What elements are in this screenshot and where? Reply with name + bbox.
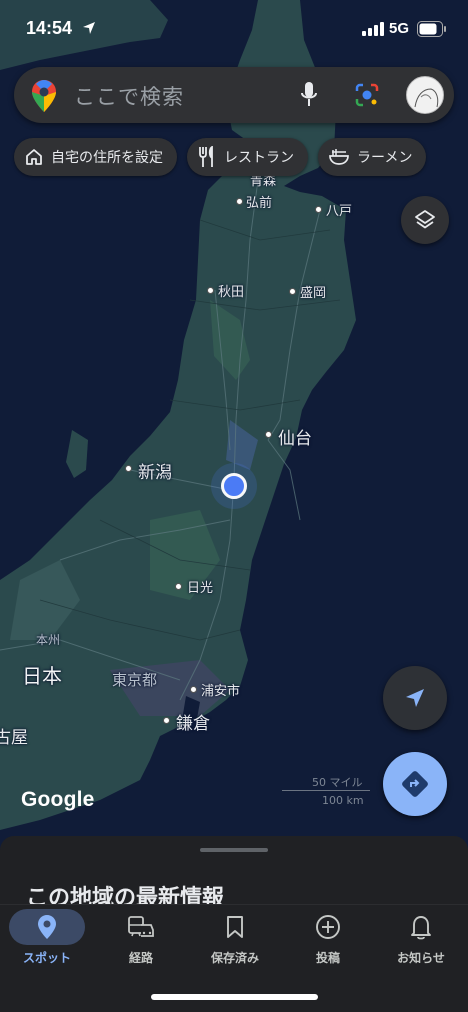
place-label-hachinohe[interactable]: 八戸 — [326, 200, 352, 219]
navigation-arrow-icon — [406, 689, 424, 707]
current-location-dot[interactable] — [221, 473, 247, 499]
bookmark-icon — [227, 916, 243, 938]
place-label-nagoya[interactable]: 古屋 — [0, 723, 28, 748]
my-location-button[interactable] — [383, 666, 447, 730]
nav-contribute[interactable]: 投稿 — [281, 905, 375, 985]
search-placeholder[interactable]: ここで検索 — [74, 81, 184, 111]
google-maps-logo-icon — [32, 80, 56, 112]
directions-button[interactable] — [383, 752, 447, 816]
place-dot — [289, 288, 296, 295]
place-label-urayasu[interactable]: 浦安市 — [201, 680, 240, 699]
place-label-niigata[interactable]: 新潟 — [138, 458, 172, 483]
status-time: 14:54 — [26, 18, 73, 38]
google-lens-icon[interactable] — [354, 82, 380, 108]
place-label-tokyo[interactable]: 東京都 — [112, 669, 157, 690]
nav-label: お知らせ — [397, 951, 445, 965]
place-dot — [125, 465, 132, 472]
ramen-icon — [329, 149, 349, 165]
place-dot — [190, 686, 197, 693]
category-chips: 自宅の住所を設定 レストラン ラーメン — [14, 138, 427, 176]
place-dot — [265, 431, 272, 438]
bell-icon — [411, 916, 431, 940]
cellular-signal-icon — [362, 22, 384, 36]
microphone-icon[interactable] — [300, 81, 318, 109]
nav-icon-wrap — [9, 909, 85, 945]
nav-explore[interactable]: スポット — [0, 905, 94, 985]
search-bar[interactable]: ここで検索 — [14, 67, 454, 123]
chip-ramen[interactable]: ラーメン — [318, 138, 427, 176]
home-icon — [26, 149, 42, 165]
nav-icon-wrap — [301, 909, 355, 945]
place-dot — [315, 206, 322, 213]
place-label-akita[interactable]: 秋田 — [218, 281, 244, 300]
location-arrow-icon — [83, 22, 95, 34]
place-dot — [163, 717, 170, 724]
nav-label: 保存済み — [210, 951, 259, 965]
location-pin-icon — [38, 915, 56, 939]
nav-saved[interactable]: 保存済み — [188, 905, 282, 985]
nav-updates[interactable]: お知らせ — [374, 905, 468, 985]
place-label-hirosaki[interactable]: 弘前 — [246, 192, 272, 211]
nav-icon-wrap — [208, 909, 262, 945]
scale-km: 100 km — [322, 794, 364, 807]
place-label-sendai[interactable]: 仙台 — [278, 424, 312, 449]
place-label-kamakura[interactable]: 鎌倉 — [176, 709, 210, 734]
place-label-honshu: 本州 — [36, 633, 61, 647]
status-bar: 14:54 5G — [0, 0, 468, 60]
scale-line — [282, 790, 370, 791]
nav-icon-wrap — [114, 909, 168, 945]
nav-label: 経路 — [128, 951, 153, 965]
battery-icon — [417, 21, 446, 37]
place-label-morioka[interactable]: 盛岡 — [300, 282, 326, 301]
nav-label: スポット — [22, 951, 71, 965]
nav-label: 投稿 — [315, 951, 340, 965]
layers-icon — [415, 210, 435, 229]
home-indicator[interactable] — [151, 994, 318, 1000]
restaurant-icon — [199, 146, 213, 167]
network-type: 5G — [389, 20, 410, 37]
place-label-nihon: 日本 — [22, 664, 62, 688]
place-dot — [207, 287, 214, 294]
chip-label: ラーメン — [357, 150, 413, 166]
add-circle-icon — [316, 915, 340, 939]
chip-home[interactable]: 自宅の住所を設定 — [14, 138, 177, 176]
avatar-image-icon — [414, 88, 439, 108]
sheet-grab-handle[interactable] — [200, 848, 268, 852]
nav-commute[interactable]: 経路 — [94, 905, 188, 985]
layers-button[interactable] — [401, 196, 449, 244]
nav-icon-wrap — [394, 909, 448, 945]
commute-icon — [128, 916, 154, 937]
chip-restaurant[interactable]: レストラン — [187, 138, 308, 176]
place-dot — [175, 583, 182, 590]
directions-icon — [402, 771, 428, 797]
google-attribution: Google — [21, 788, 95, 811]
chip-label: レストラン — [224, 150, 294, 166]
chip-label: 自宅の住所を設定 — [51, 150, 163, 166]
scale-miles: 50 マイル — [312, 776, 363, 789]
place-dot — [236, 198, 243, 205]
place-label-nikko[interactable]: 日光 — [187, 577, 213, 596]
account-avatar[interactable] — [406, 76, 444, 114]
map-scale: 50 マイル 100 km — [282, 774, 374, 810]
